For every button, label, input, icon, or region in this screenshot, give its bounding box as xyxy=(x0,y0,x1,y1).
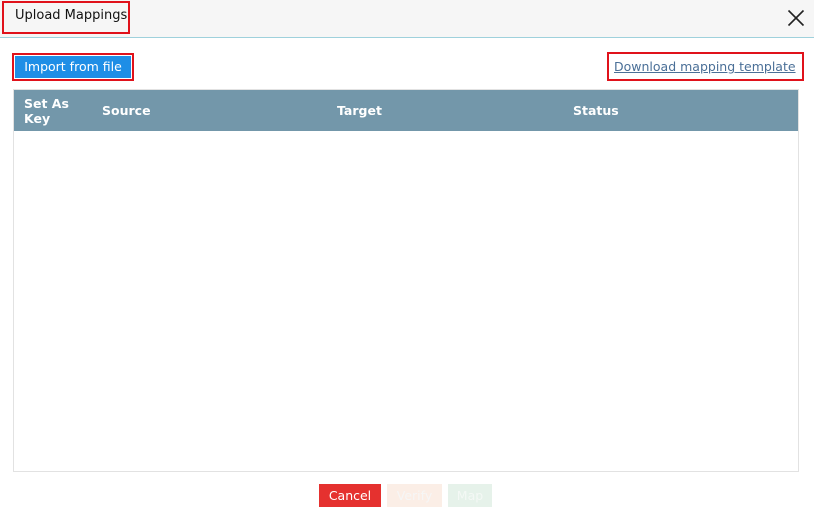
map-button[interactable]: Map xyxy=(448,484,492,507)
dialog-header: Upload Mappings xyxy=(0,0,814,38)
column-header-target: Target xyxy=(337,103,382,118)
close-icon[interactable] xyxy=(787,9,805,27)
table-header: Set As Key Source Target Status xyxy=(14,90,798,131)
mappings-table: Set As Key Source Target Status xyxy=(13,89,799,472)
import-from-file-button[interactable]: Import from file xyxy=(15,56,131,78)
column-header-source: Source xyxy=(102,103,151,118)
column-header-set-as-key: Set As Key xyxy=(24,96,69,126)
dialog-title: Upload Mappings xyxy=(15,8,128,23)
import-highlight: Import from file xyxy=(12,53,134,81)
download-mapping-template-link[interactable]: Download mapping template xyxy=(614,59,796,74)
download-highlight: Download mapping template xyxy=(607,52,804,81)
upload-mappings-dialog: Upload Mappings Import from file Downloa… xyxy=(0,0,814,516)
column-header-status: Status xyxy=(573,103,619,118)
table-body xyxy=(14,131,798,471)
verify-button[interactable]: Verify xyxy=(387,484,442,507)
cancel-button[interactable]: Cancel xyxy=(319,484,381,507)
